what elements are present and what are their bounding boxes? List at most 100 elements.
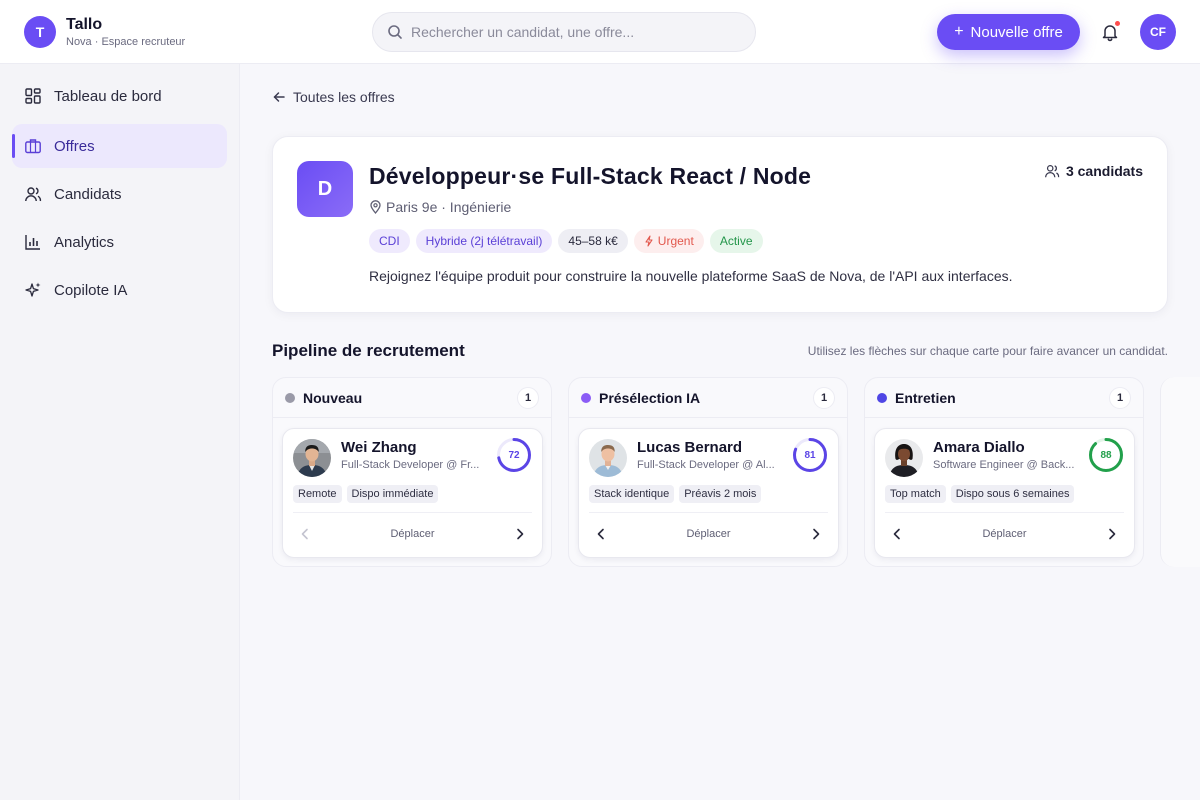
job-tags: CDI Hybride (2j télétravail) 45–58 k€ Ur… bbox=[369, 229, 769, 253]
tag-salary: 45–58 k€ bbox=[558, 229, 628, 253]
card-divider bbox=[885, 512, 1124, 513]
search-input[interactable] bbox=[411, 24, 731, 40]
sidebar-item-analytics[interactable]: Analytics bbox=[12, 220, 227, 264]
plus-icon: + bbox=[954, 23, 964, 40]
brand-text: Tallo Nova · Espace recruteur bbox=[66, 15, 185, 49]
lightning-icon bbox=[645, 235, 653, 247]
candidate-avatar bbox=[589, 439, 627, 477]
column-status-dot bbox=[581, 392, 591, 403]
candidate-name: Wei Zhang bbox=[341, 439, 417, 456]
sidebar-item-label: Offres bbox=[54, 137, 95, 155]
search-bar[interactable] bbox=[372, 12, 756, 52]
app-name: Tallo bbox=[66, 16, 103, 33]
bar-chart-icon bbox=[25, 235, 40, 250]
back-link[interactable]: Toutes les offres bbox=[272, 89, 395, 105]
tag-urgent: Urgent bbox=[633, 229, 704, 253]
card-divider bbox=[293, 512, 532, 513]
candidate-avatar bbox=[293, 439, 331, 477]
column-status-dot bbox=[877, 392, 887, 403]
candidate-chip: Remote bbox=[293, 485, 342, 503]
candidate-avatar bbox=[885, 439, 923, 477]
chevron-right-icon bbox=[813, 528, 820, 540]
sidebar-item-label: Copilote IA bbox=[54, 281, 128, 299]
chevron-left-icon bbox=[597, 528, 604, 540]
notification-dot bbox=[1115, 21, 1120, 26]
sparkles-icon bbox=[25, 282, 41, 297]
candidate-card[interactable]: Lucas Bernard Full-Stack Developer @ Al.… bbox=[578, 428, 839, 558]
column-header: Entretien 1 bbox=[865, 378, 1143, 418]
candidate-chip: Top match bbox=[885, 485, 946, 503]
move-forward-button[interactable] bbox=[508, 522, 532, 546]
candidate-card[interactable]: Wei Zhang Full-Stack Developer @ Fr... 7… bbox=[282, 428, 543, 558]
user-avatar[interactable]: CF bbox=[1140, 14, 1176, 50]
dashboard-icon bbox=[25, 88, 41, 104]
candidate-name: Lucas Bernard bbox=[637, 439, 743, 456]
sidebar-item-label: Analytics bbox=[54, 233, 115, 251]
briefcase-icon bbox=[25, 139, 41, 154]
column-count: 1 bbox=[1109, 387, 1131, 409]
candidate-chips: Stack identique Préavis 2 mois bbox=[589, 485, 766, 503]
move-back-button[interactable] bbox=[589, 522, 613, 546]
map-pin-icon bbox=[370, 200, 381, 214]
candidate-chips: Top match Dispo sous 6 semaines bbox=[885, 485, 1079, 503]
column-header: Nouveau 1 bbox=[273, 378, 551, 418]
job-title: Développeur·se Full-Stack React / Node bbox=[369, 163, 812, 189]
candidate-chip: Dispo sous 6 semaines bbox=[950, 485, 1075, 503]
back-link-label: Toutes les offres bbox=[293, 89, 395, 105]
tag-status: Active bbox=[709, 229, 763, 253]
move-back-button[interactable] bbox=[293, 522, 317, 546]
pipeline-hint: Utilisez les flèches sur chaque carte po… bbox=[807, 344, 1168, 358]
match-score: 81 bbox=[804, 449, 816, 461]
job-location: Paris 9e · Ingénierie bbox=[369, 199, 511, 215]
sidebar-item-label: Candidats bbox=[54, 185, 122, 203]
move-label: Déplacer bbox=[390, 528, 435, 540]
candidate-role: Software Engineer @ Back... bbox=[933, 459, 1075, 471]
pipeline-title: Pipeline de recrutement bbox=[272, 341, 465, 360]
job-logo: D bbox=[297, 161, 353, 217]
new-offer-button[interactable]: + Nouvelle offre bbox=[937, 14, 1080, 50]
users-icon bbox=[1044, 165, 1060, 178]
column-name: Présélection IA bbox=[599, 389, 701, 406]
match-score: 72 bbox=[508, 449, 520, 461]
job-card: D Développeur·se Full-Stack React / Node… bbox=[272, 136, 1168, 313]
tag-remote: Hybride (2j télétravail) bbox=[415, 229, 553, 253]
chevron-right-icon bbox=[1109, 528, 1116, 540]
move-back-button[interactable] bbox=[885, 522, 909, 546]
sidebar-item-dashboard[interactable]: Tableau de bord bbox=[12, 74, 227, 118]
match-score: 88 bbox=[1100, 449, 1112, 461]
column-count: 1 bbox=[813, 387, 835, 409]
card-divider bbox=[589, 512, 828, 513]
chevron-right-icon bbox=[517, 528, 524, 540]
column-status-dot bbox=[285, 392, 295, 403]
candidate-name: Amara Diallo bbox=[933, 439, 1025, 456]
arrow-left-icon bbox=[273, 92, 285, 102]
move-forward-button[interactable] bbox=[1100, 522, 1124, 546]
move-controls: Déplacer bbox=[885, 522, 1124, 546]
candidate-card[interactable]: Amara Diallo Software Engineer @ Back...… bbox=[874, 428, 1135, 558]
candidates-count[interactable]: 3 candidats bbox=[1044, 163, 1143, 179]
move-controls: Déplacer bbox=[293, 522, 532, 546]
sidebar-item-copilote[interactable]: Copilote IA bbox=[12, 268, 227, 312]
pipeline-column-partial bbox=[1160, 377, 1200, 567]
candidates-count-label: 3 candidats bbox=[1065, 163, 1143, 179]
column-count: 1 bbox=[517, 387, 539, 409]
sidebar-item-offres[interactable]: Offres bbox=[12, 124, 227, 168]
sidebar: Tableau de bord Offres Candidats Analyti… bbox=[0, 64, 240, 800]
job-description: Rejoignez l'équipe produit pour construi… bbox=[369, 268, 1013, 284]
chevron-left-icon bbox=[893, 528, 900, 540]
users-icon bbox=[25, 187, 42, 202]
move-forward-button[interactable] bbox=[804, 522, 828, 546]
pipeline-column-entretien: Entretien 1 Amara Diallo Software Engine… bbox=[864, 377, 1144, 567]
pipeline-column-preselection: Présélection IA 1 Lucas Bernard Full-Sta… bbox=[568, 377, 848, 567]
column-name: Nouveau bbox=[303, 389, 363, 406]
candidate-chip: Dispo immédiate bbox=[346, 485, 439, 503]
brand-logo: T bbox=[24, 16, 56, 48]
candidate-role: Full-Stack Developer @ Al... bbox=[637, 459, 775, 471]
brand[interactable]: T Tallo Nova · Espace recruteur bbox=[24, 15, 185, 49]
candidate-chip: Préavis 2 mois bbox=[679, 485, 762, 503]
move-label: Déplacer bbox=[982, 528, 1027, 540]
sidebar-item-label: Tableau de bord bbox=[54, 87, 162, 105]
sidebar-item-candidats[interactable]: Candidats bbox=[12, 172, 227, 216]
chevron-left-icon bbox=[301, 528, 308, 540]
column-header: Présélection IA 1 bbox=[569, 378, 847, 418]
